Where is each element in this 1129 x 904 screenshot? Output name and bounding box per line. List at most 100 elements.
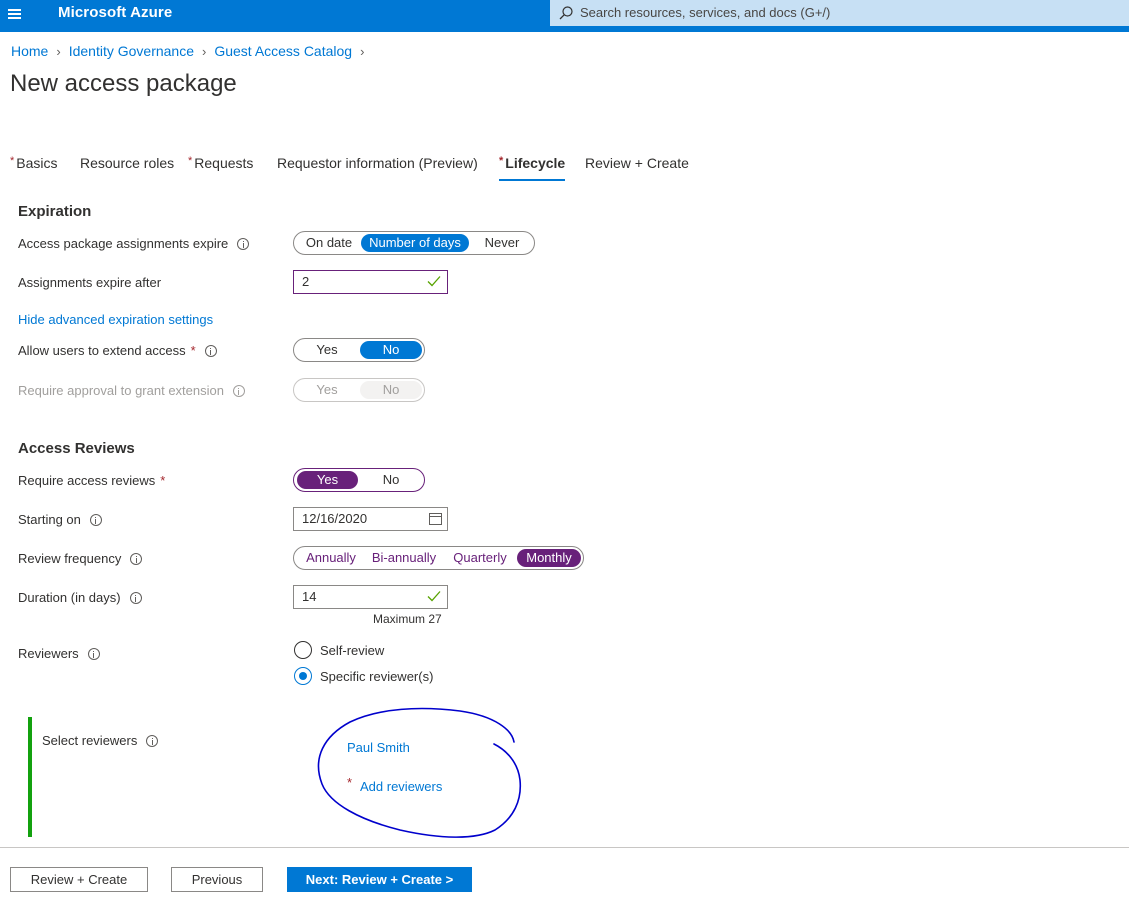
label-text: Reviewers: [18, 646, 79, 661]
label-text: Assignments expire after: [18, 275, 162, 290]
label-text: Allow users to extend access: [18, 343, 186, 358]
label-text: Duration (in days): [18, 590, 121, 605]
expire-toggle-group: On date Number of days Never: [293, 231, 535, 255]
tab-requestor-information[interactable]: Requestor information (Preview): [277, 155, 478, 181]
breadcrumb-guest-access-catalog[interactable]: Guest Access Catalog: [214, 43, 352, 59]
expire-option-on-date[interactable]: On date: [297, 234, 361, 252]
tab-basics[interactable]: * Basics: [10, 155, 58, 181]
expire-option-number-of-days[interactable]: Number of days: [361, 234, 469, 252]
tab-resource-roles[interactable]: Resource roles: [80, 155, 174, 181]
require-reviews-option-yes[interactable]: Yes: [297, 471, 358, 489]
starting-on-value: 12/16/2020: [302, 511, 368, 526]
page-title: New access package: [10, 70, 237, 97]
review-frequency-toggle: Annually Bi-annually Quarterly Monthly: [293, 546, 584, 570]
add-reviewers-link[interactable]: Add reviewers: [360, 779, 442, 794]
radio-specific-reviewers[interactable]: Specific reviewer(s): [294, 667, 433, 685]
starting-on-label: Starting on: [18, 512, 102, 527]
required-asterisk: *: [160, 473, 166, 488]
info-icon[interactable]: [232, 384, 245, 397]
info-icon[interactable]: [129, 591, 142, 604]
duration-label: Duration (in days): [18, 590, 142, 605]
breadcrumb: Home › Identity Governance › Guest Acces…: [11, 43, 372, 59]
chevron-right-icon: ›: [360, 43, 365, 59]
frequency-option-monthly[interactable]: Monthly: [517, 549, 581, 567]
info-icon[interactable]: [89, 513, 102, 526]
footer-divider: [0, 847, 1129, 848]
label-text: Require approval to grant extension: [18, 383, 224, 398]
expire-option-never[interactable]: Never: [474, 234, 530, 252]
review-frequency-label: Review frequency: [18, 551, 143, 566]
require-reviews-option-no[interactable]: No: [360, 471, 422, 489]
expiration-section-title: Expiration: [18, 203, 92, 220]
extend-access-toggle: Yes No: [293, 338, 425, 362]
tab-requests[interactable]: * Requests: [188, 155, 253, 181]
extend-access-label: Allow users to extend access *: [18, 343, 217, 358]
label-text: Review frequency: [18, 551, 122, 566]
breadcrumb-home[interactable]: Home: [11, 43, 48, 59]
required-asterisk: *: [10, 155, 15, 167]
duration-maximum-hint: Maximum 27: [373, 612, 442, 626]
required-asterisk: *: [188, 155, 193, 167]
next-review-create-button[interactable]: Next: Review + Create >: [287, 867, 472, 892]
review-create-button[interactable]: Review + Create: [10, 867, 148, 892]
extend-option-no[interactable]: No: [360, 341, 422, 359]
hamburger-menu-icon[interactable]: [5, 4, 25, 24]
hide-advanced-settings-link[interactable]: Hide advanced expiration settings: [18, 312, 213, 327]
info-icon[interactable]: [204, 344, 217, 357]
calendar-icon[interactable]: [429, 513, 442, 525]
radio-self-review[interactable]: Self-review: [294, 641, 384, 659]
brand-title[interactable]: Microsoft Azure: [58, 4, 172, 21]
frequency-option-annually[interactable]: Annually: [297, 549, 365, 567]
tab-review-create[interactable]: Review + Create: [585, 155, 689, 181]
tab-label: Review + Create: [585, 155, 689, 171]
tab-label: Requests: [194, 155, 254, 171]
reviewer-paul-smith[interactable]: Paul Smith: [347, 740, 410, 755]
duration-input[interactable]: 14: [293, 585, 448, 609]
hand-drawn-annotation-circle: [317, 707, 522, 838]
require-approval-toggle: Yes No: [293, 378, 425, 402]
radio-circle-checked[interactable]: [294, 667, 312, 685]
starting-on-date-input[interactable]: 12/16/2020: [293, 507, 448, 531]
expire-days-input[interactable]: 2: [293, 270, 448, 294]
chevron-right-icon: ›: [56, 43, 61, 59]
info-icon[interactable]: [146, 734, 159, 747]
info-icon[interactable]: [237, 237, 250, 250]
checkmark-icon: [427, 591, 441, 602]
tab-label: Lifecycle: [505, 155, 566, 171]
info-icon[interactable]: [87, 647, 100, 660]
radio-label: Self-review: [320, 642, 385, 658]
extend-option-yes[interactable]: Yes: [297, 341, 357, 359]
expire-days-value: 2: [302, 274, 310, 289]
access-reviews-section-title: Access Reviews: [18, 440, 135, 457]
required-asterisk: *: [347, 775, 353, 790]
label-text: Select reviewers: [42, 733, 138, 748]
label-text: Require access reviews: [18, 473, 156, 488]
duration-value: 14: [302, 589, 317, 604]
tab-label: Resource roles: [80, 155, 175, 171]
selection-indicator-bar: [28, 717, 32, 837]
tab-label: Basics: [16, 155, 58, 171]
tab-lifecycle[interactable]: * Lifecycle: [499, 155, 566, 181]
info-icon[interactable]: [130, 552, 143, 565]
select-reviewers-label: Select reviewers: [42, 733, 159, 748]
require-access-reviews-label: Require access reviews *: [18, 473, 165, 488]
expire-label: Access package assignments expire: [18, 236, 250, 251]
frequency-option-quarterly[interactable]: Quarterly: [446, 549, 514, 567]
require-reviews-toggle: Yes No: [293, 468, 425, 492]
approval-option-yes: Yes: [316, 382, 338, 397]
chevron-right-icon: ›: [202, 43, 207, 59]
global-search-input[interactable]: Search resources, services, and docs (G+…: [550, 0, 1129, 26]
previous-button[interactable]: Previous: [171, 867, 263, 892]
breadcrumb-identity-governance[interactable]: Identity Governance: [69, 43, 194, 59]
checkmark-icon: [427, 276, 441, 287]
radio-circle[interactable]: [294, 641, 312, 659]
assignments-expire-after-label: Assignments expire after: [18, 275, 161, 290]
frequency-option-bi-annually[interactable]: Bi-annually: [366, 549, 442, 567]
label-text: Starting on: [18, 512, 81, 527]
required-asterisk: *: [499, 155, 504, 167]
top-bar: Microsoft Azure Search resources, servic…: [0, 0, 1129, 32]
reviewers-label: Reviewers: [18, 646, 100, 661]
search-icon: [559, 6, 573, 20]
approval-option-no: No: [360, 381, 422, 399]
search-placeholder: Search resources, services, and docs (G+…: [580, 5, 831, 20]
